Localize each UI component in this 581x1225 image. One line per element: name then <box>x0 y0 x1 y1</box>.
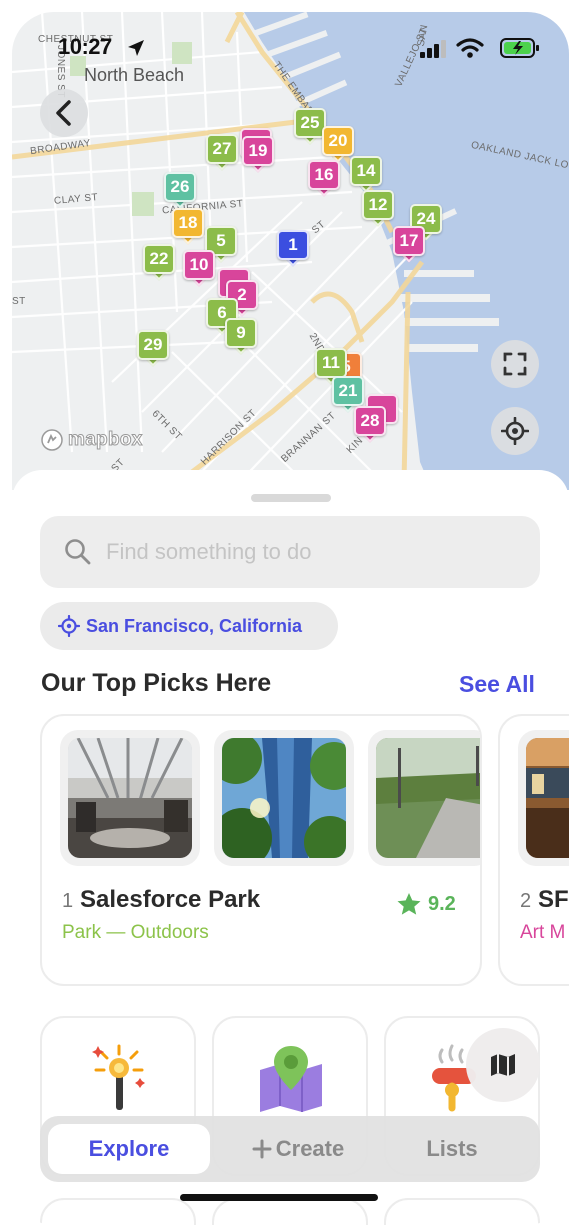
map-toggle-button[interactable] <box>466 1028 540 1102</box>
bottom-sheet[interactable]: Find something to do San Francisco, Cali… <box>12 470 569 1225</box>
place-photo <box>518 730 569 866</box>
location-target-icon <box>58 615 80 637</box>
search-input[interactable]: Find something to do <box>40 516 540 588</box>
rating-value: 9.2 <box>428 892 456 915</box>
star-icon <box>397 893 421 915</box>
map-pin[interactable]: 9 <box>225 318 257 355</box>
map-pin[interactable]: 16 <box>308 160 340 197</box>
home-indicator[interactable] <box>180 1194 378 1201</box>
tab-bar: Explore Create Lists <box>40 1116 540 1182</box>
pick-name: SF <box>538 886 569 913</box>
pick-name: Salesforce Park <box>80 886 261 913</box>
map-pin[interactable]: 12 <box>362 190 394 227</box>
map-pin[interactable]: 27 <box>206 134 238 171</box>
pick-category: Park — Outdoors <box>62 922 209 943</box>
search-icon <box>65 539 91 565</box>
cellular-signal-icon <box>420 40 446 58</box>
tab-lists[interactable]: Lists <box>378 1124 526 1174</box>
map-pin[interactable]: 18 <box>172 208 204 245</box>
back-button[interactable] <box>40 89 88 137</box>
pick-rating: 9.2 <box>396 892 456 916</box>
sheet-grabber[interactable] <box>251 494 331 502</box>
map-marker-icon <box>260 1046 322 1112</box>
atrium-photo <box>68 738 192 858</box>
category-tile[interactable] <box>384 1198 540 1225</box>
mapbox-wordmark: mapbox <box>68 429 143 451</box>
section-title: Our Top Picks Here <box>41 669 272 697</box>
map-pin[interactable]: 29 <box>137 330 169 367</box>
recenter-button[interactable] <box>491 407 539 455</box>
location-chip-label: San Francisco, California <box>86 615 303 636</box>
map-pin[interactable]: 21 <box>332 376 364 413</box>
see-all-link[interactable]: See All <box>459 671 535 698</box>
sparkler-icon <box>92 1044 145 1110</box>
map-pin[interactable]: 26 <box>164 172 196 209</box>
wifi-icon <box>456 38 484 58</box>
chevron-left-icon <box>56 100 71 126</box>
map-pin[interactable]: 28 <box>354 406 386 443</box>
fullscreen-button[interactable] <box>491 340 539 388</box>
pick-card[interactable]: 2 SF Art M <box>498 714 569 986</box>
map-pin[interactable]: 14 <box>350 156 382 193</box>
battery-charging-icon <box>500 38 539 58</box>
plus-icon <box>252 1139 272 1159</box>
restaurant-photo <box>526 738 569 858</box>
pick-card[interactable]: 1 Salesforce Park Park — Outdoors 9.2 <box>40 714 482 986</box>
map-pin[interactable]: 22 <box>143 244 175 281</box>
phone-screen: 10:27 CHESTNUT ST JONES ST North Beach B… <box>12 12 569 1225</box>
pick-category: Art M <box>520 922 566 943</box>
place-photo <box>214 730 354 866</box>
map-pin[interactable]: 17 <box>393 226 425 263</box>
category-tile[interactable] <box>40 1198 196 1225</box>
place-photo <box>60 730 200 866</box>
location-arrow-icon <box>128 40 144 56</box>
map-pin[interactable]: 10 <box>183 250 215 287</box>
garden-path-photo <box>376 738 480 858</box>
map-pin[interactable]: 20 <box>322 126 354 163</box>
expand-icon <box>503 352 527 376</box>
map-pin[interactable]: 1 <box>277 230 309 267</box>
map-pin[interactable]: 19 <box>242 136 274 173</box>
map-view[interactable]: 10:27 CHESTNUT ST JONES ST North Beach B… <box>12 12 569 490</box>
map-icon <box>491 1054 515 1076</box>
crosshair-icon <box>501 417 529 445</box>
street-label: ST <box>12 296 26 307</box>
search-placeholder: Find something to do <box>106 539 312 564</box>
category-tile[interactable] <box>212 1198 368 1225</box>
pick-rank: 2 <box>520 890 532 912</box>
place-photo <box>368 730 480 866</box>
mapbox-logo-icon <box>41 429 63 451</box>
tower-photo <box>222 738 346 858</box>
tab-create[interactable]: Create <box>218 1124 378 1174</box>
status-bar: 10:27 <box>12 12 569 72</box>
pick-rank: 1 <box>62 890 74 912</box>
status-time: 10:27 <box>58 34 112 59</box>
tab-explore[interactable]: Explore <box>48 1124 210 1174</box>
location-chip[interactable]: San Francisco, California <box>40 602 338 650</box>
mapbox-attribution[interactable]: mapbox <box>40 428 143 452</box>
